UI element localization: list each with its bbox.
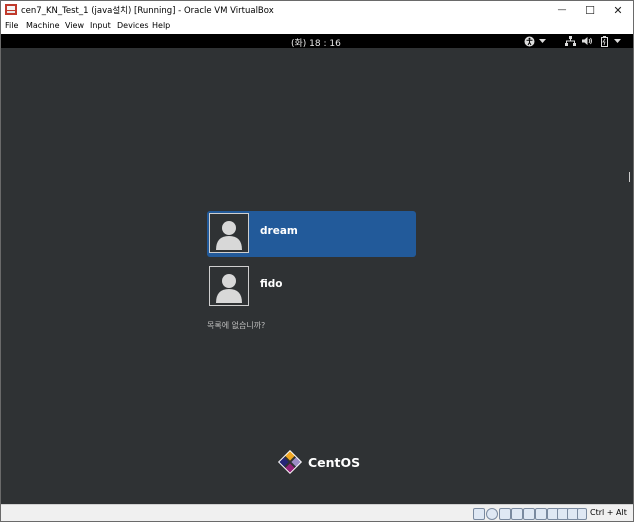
status-bar: Ctrl + Alt — [1, 504, 633, 521]
keyboard-icon[interactable] — [577, 508, 587, 520]
menu-help[interactable]: Help — [152, 21, 170, 30]
virtualbox-window: cen7_KN_Test_1 (java설치) [Running] - Orac… — [0, 0, 634, 522]
menu-input[interactable]: Input — [90, 21, 111, 30]
text-cursor — [629, 172, 633, 182]
title-bar: cen7_KN_Test_1 (java설치) [Running] - Orac… — [1, 1, 633, 19]
user-item-dream[interactable]: dream — [207, 211, 416, 257]
user-item-fido[interactable]: fido — [207, 264, 416, 310]
avatar — [209, 213, 249, 253]
user-avatar-icon — [210, 214, 248, 252]
chevron-down-icon[interactable] — [538, 35, 546, 47]
minimize-icon: — — [557, 5, 567, 15]
centos-wordmark: CentOS — [308, 455, 361, 470]
battery-icon[interactable] — [599, 35, 609, 47]
menu-view[interactable]: View — [65, 21, 84, 30]
virtualbox-app-icon — [5, 4, 17, 15]
menu-bar: File Machine View Input Devices Help — [1, 19, 633, 34]
vm-display[interactable]: (화) 18 : 16 dream fido 목록에 없습니까? CentOS — [1, 34, 633, 504]
chevron-down-icon[interactable] — [613, 35, 621, 47]
window-title: cen7_KN_Test_1 (java설치) [Running] - Orac… — [21, 6, 274, 16]
gnome-top-bar: (화) 18 : 16 — [1, 34, 633, 49]
accessibility-icon[interactable] — [523, 35, 535, 47]
close-button[interactable]: ✕ — [603, 1, 633, 19]
usb-icon[interactable] — [523, 508, 535, 520]
hard-disk-icon[interactable] — [473, 508, 485, 520]
menu-file[interactable]: File — [5, 21, 18, 30]
network-adapter-icon[interactable] — [511, 508, 523, 520]
avatar — [209, 266, 249, 306]
menu-devices[interactable]: Devices — [117, 21, 149, 30]
minimize-button[interactable]: — — [547, 1, 577, 19]
optical-drive-icon[interactable] — [486, 508, 498, 520]
close-icon: ✕ — [613, 3, 623, 17]
centos-logo-icon — [277, 449, 303, 475]
maximize-icon: ☐ — [585, 3, 595, 17]
audio-icon[interactable] — [499, 508, 511, 520]
volume-icon[interactable] — [581, 35, 593, 47]
menu-machine[interactable]: Machine — [26, 21, 60, 30]
maximize-button[interactable]: ☐ — [575, 1, 605, 19]
shared-folder-icon[interactable] — [535, 508, 547, 520]
user-name: dream — [260, 225, 298, 237]
user-avatar-icon — [210, 267, 248, 305]
not-listed-link[interactable]: 목록에 없습니까? — [207, 320, 265, 331]
clock[interactable]: (화) 18 : 16 — [291, 36, 341, 49]
host-key-label: Ctrl + Alt — [590, 508, 627, 517]
user-name: fido — [260, 278, 283, 290]
network-icon[interactable] — [564, 35, 576, 47]
